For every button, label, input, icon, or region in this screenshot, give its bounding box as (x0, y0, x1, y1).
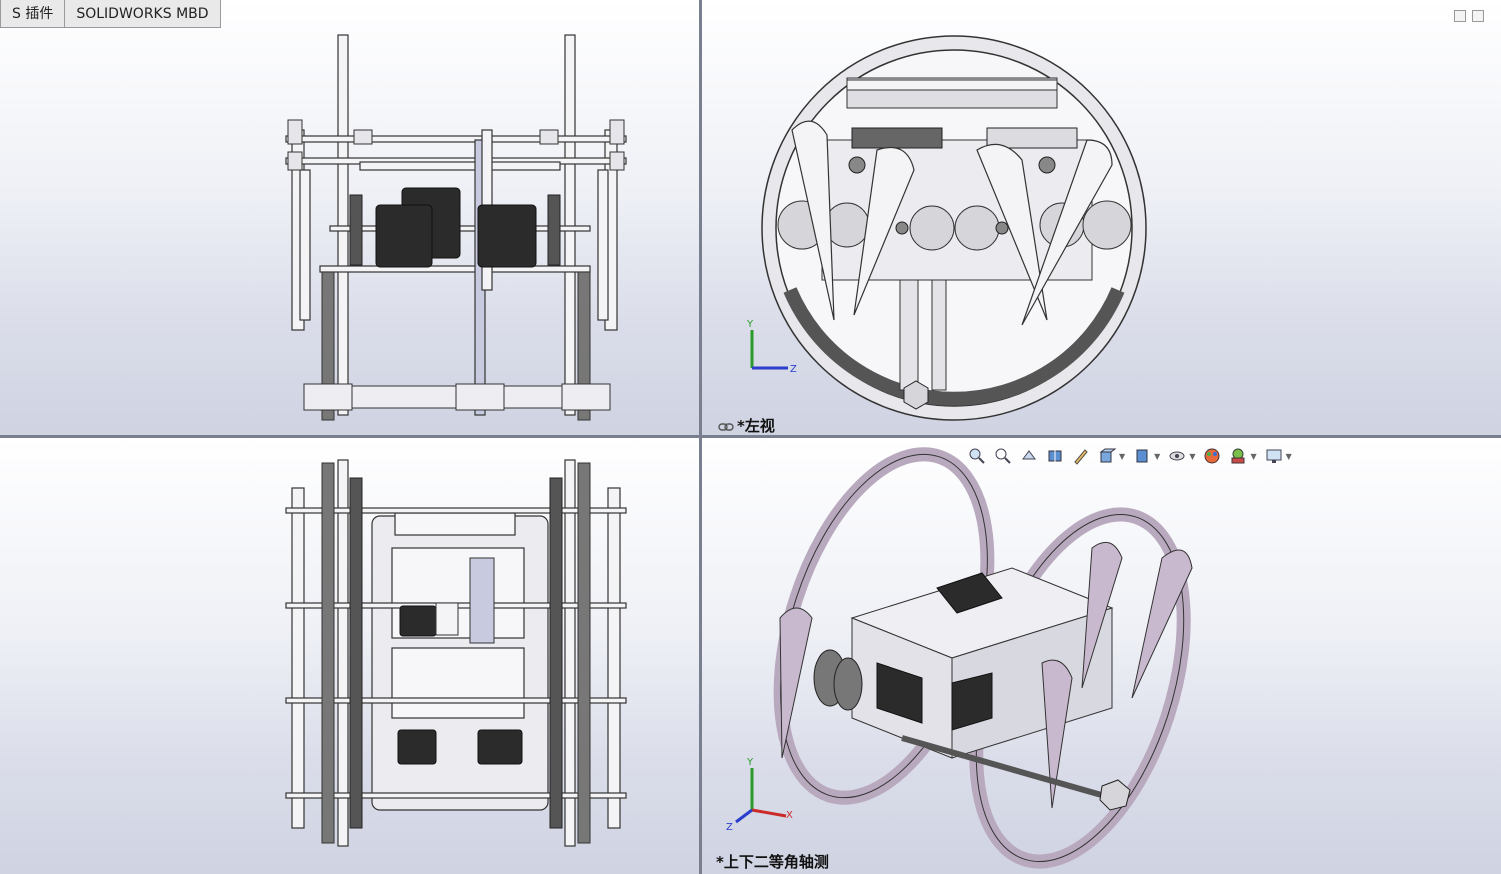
top-view-model (285, 459, 627, 847)
section-view-button[interactable] (1044, 445, 1066, 467)
apply-scene-button[interactable] (1227, 445, 1249, 467)
view-orientation-icon (1099, 448, 1116, 463)
triad-isometric: Y X Z (726, 757, 793, 833)
svg-text:X: X (786, 810, 793, 821)
svg-text:Z: Z (790, 364, 797, 375)
zoom-area-button[interactable] (992, 445, 1014, 467)
display-style-icon (1136, 449, 1148, 463)
zoom-area-icon (995, 448, 1011, 464)
edit-appearance-icon (1204, 448, 1220, 464)
horizontal-viewport-splitter[interactable] (0, 435, 1501, 438)
front-view-model (285, 34, 627, 421)
hide-show-button[interactable] (1166, 445, 1188, 467)
viewport-left[interactable]: Y Z (702, 0, 1501, 435)
viewport-top[interactable] (0, 438, 699, 874)
previous-view-button[interactable] (1018, 445, 1040, 467)
svg-text:Y: Y (746, 319, 754, 330)
tab-solidworks-mbd[interactable]: SOLIDWORKS MBD (65, 0, 221, 28)
hide-show-icon (1169, 451, 1185, 461)
dynamic-annotation-button[interactable] (1070, 445, 1092, 467)
dynamic-annotation-icon (1074, 449, 1088, 465)
viewport-front[interactable] (0, 0, 699, 435)
display-style-dropdown-icon[interactable]: ▼ (1154, 452, 1160, 461)
apply-scene-icon (1231, 448, 1245, 464)
vertical-viewport-splitter[interactable] (699, 0, 702, 874)
view-settings-icon (1266, 449, 1282, 463)
link-icon (718, 422, 734, 431)
heads-up-view-toolbar: ▼ ▼ ▼ ▼ ▼ (966, 445, 1294, 467)
apply-scene-dropdown-icon[interactable]: ▼ (1250, 452, 1256, 461)
view-settings-dropdown-icon[interactable]: ▼ (1286, 452, 1292, 461)
tab-addins[interactable]: S 插件 (0, 0, 66, 28)
isometric-view-model: Y X Z (726, 447, 1193, 869)
left-view-model: Y Z (746, 35, 1147, 421)
viewport-isometric[interactable]: Y X Z (702, 438, 1501, 874)
view-settings-button[interactable] (1263, 445, 1285, 467)
svg-text:Y: Y (746, 757, 754, 768)
view-orientation-dropdown-icon[interactable]: ▼ (1119, 452, 1125, 461)
hide-show-dropdown-icon[interactable]: ▼ (1189, 452, 1195, 461)
left-view-label: *左视 (718, 415, 775, 436)
edit-appearance-button[interactable] (1201, 445, 1223, 467)
zoom-to-fit-button[interactable] (966, 445, 988, 467)
section-view-icon (1048, 449, 1062, 463)
zoom-to-fit-icon (969, 448, 985, 464)
command-manager-tabs: S 插件 SOLIDWORKS MBD (0, 0, 221, 28)
isometric-view-label: *上下二等角轴测 (716, 853, 829, 871)
display-style-button[interactable] (1131, 445, 1153, 467)
svg-text:Z: Z (726, 822, 733, 833)
previous-view-icon (1022, 450, 1036, 460)
view-orientation-button[interactable] (1096, 445, 1118, 467)
